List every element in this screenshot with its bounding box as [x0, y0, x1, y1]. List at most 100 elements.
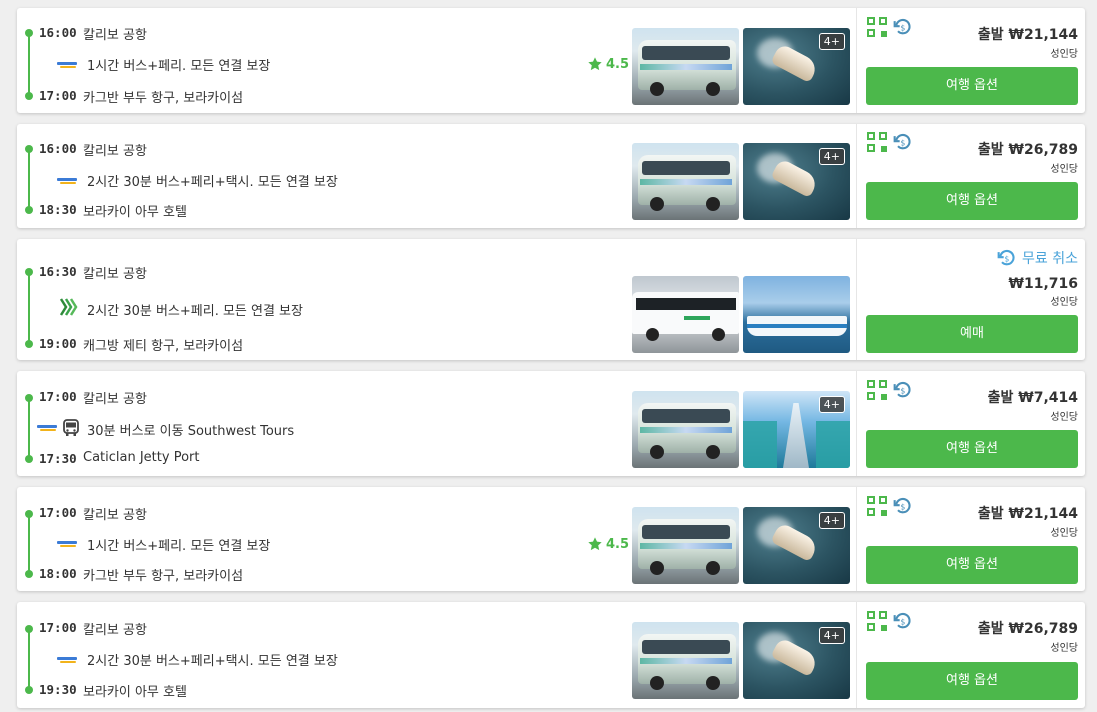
operator-logo-icon	[57, 539, 79, 549]
photo-count-badge: 4+	[818, 512, 845, 529]
trip-card[interactable]: 16:00 칼리보 공항 2시간 30분 버스+페리+택시. 모든 연결 보장 …	[17, 124, 1085, 228]
trip-card[interactable]: 17:00 칼리보 공항 1시간 버스+페리. 모든 연결 보장 18:00 카…	[17, 487, 1085, 591]
qr-code-icon	[867, 17, 887, 37]
bus-icon	[63, 419, 79, 436]
bus-interior-photo[interactable]: 4+	[743, 391, 850, 468]
operator-logo-icon	[59, 298, 78, 316]
price: 출발 ₩21,144	[977, 27, 1078, 43]
price: 출발 ₩21,144	[977, 506, 1078, 522]
trip-card[interactable]: 17:00 칼리보 공항 30분 버스로 이동 Southwest Tours …	[17, 371, 1085, 476]
star-icon	[588, 537, 602, 551]
departure-place: 칼리보 공항	[83, 392, 147, 407]
ferry-photo[interactable]: 4+	[743, 143, 850, 220]
trip-description: 2시간 30분 버스+페리+택시. 모든 연결 보장	[87, 654, 338, 669]
departure-place: 칼리보 공항	[83, 28, 147, 43]
rating-value: 4.5	[606, 536, 630, 552]
route-info: 17:00 칼리보 공항 30분 버스로 이동 Southwest Tours …	[17, 371, 856, 476]
svg-text:$: $	[901, 138, 906, 147]
departure-time: 17:00	[39, 620, 77, 635]
trip-card[interactable]: 17:00 칼리보 공항 2시간 30분 버스+페리+택시. 모든 연결 보장 …	[17, 602, 1085, 708]
refund-icon: $	[893, 497, 911, 514]
timeline-dot	[25, 340, 33, 348]
photo-count-badge: 4+	[818, 396, 845, 413]
route-info: 17:00 칼리보 공항 2시간 30분 버스+페리+택시. 모든 연결 보장 …	[17, 602, 856, 708]
qr-code-icon	[867, 380, 887, 400]
arrival-place: 카그반 부두 항구, 보라카이섬	[83, 569, 244, 584]
arrival-place: 보라카이 아무 호텔	[83, 685, 187, 700]
arrival-time: 19:00	[39, 336, 77, 351]
ferry-photo[interactable]: 4+	[743, 622, 850, 699]
timeline	[28, 517, 30, 575]
trip-options-button[interactable]: 여행 옵션	[866, 67, 1078, 105]
departure-time: 16:00	[39, 141, 77, 156]
departure-time: 17:00	[39, 389, 77, 404]
timeline-dot	[25, 92, 33, 100]
price-per-adult: 성인당	[1050, 49, 1078, 60]
timeline	[28, 401, 30, 459]
rating: 4.5	[587, 536, 629, 552]
price-per-adult: 성인당	[1050, 297, 1078, 308]
trip-options-button[interactable]: 여행 옵션	[866, 430, 1078, 468]
booking-panel: $ 출발 ₩26,789 성인당 여행 옵션	[856, 124, 1086, 228]
trip-card[interactable]: 16:00 칼리보 공항 1시간 버스+페리. 모든 연결 보장 17:00 카…	[17, 8, 1085, 113]
ferry-photo[interactable]: 4+	[743, 507, 850, 584]
bus-photo[interactable]	[632, 391, 739, 468]
timeline-dot	[25, 686, 33, 694]
booking-panel: $ 출발 ₩21,144 성인당 여행 옵션	[856, 8, 1086, 113]
operator-logo-icon	[57, 176, 79, 186]
trip-description: 1시간 버스+페리. 모든 연결 보장	[87, 539, 271, 554]
arrival-time: 17:00	[39, 88, 77, 103]
photo-count-badge: 4+	[818, 627, 845, 644]
price-per-adult: 성인당	[1050, 412, 1078, 423]
route-info: 16:30 칼리보 공항 2시간 30분 버스+페리. 모든 연결 보장 19:…	[17, 239, 856, 360]
refund-icon: $	[893, 381, 911, 398]
free-cancellation-label: 무료 취소	[1022, 251, 1078, 267]
book-button[interactable]: 예매	[866, 315, 1078, 353]
qr-code-icon	[867, 496, 887, 516]
timeline-dot	[25, 510, 33, 518]
timeline-dot	[25, 455, 33, 463]
bus-photo[interactable]	[632, 622, 739, 699]
bus-photo[interactable]	[632, 507, 739, 584]
trip-description: 1시간 버스+페리. 모든 연결 보장	[87, 59, 271, 74]
operator-logo-icon	[37, 423, 59, 433]
booking-panel: $ 출발 ₩7,414 성인당 여행 옵션	[856, 371, 1086, 476]
trip-card[interactable]: 16:30 칼리보 공항 2시간 30분 버스+페리. 모든 연결 보장 19:…	[17, 239, 1085, 360]
price: 출발 ₩26,789	[977, 621, 1078, 637]
route-info: 16:00 칼리보 공항 1시간 버스+페리. 모든 연결 보장 17:00 카…	[17, 8, 856, 113]
photo-count-badge: 4+	[818, 33, 845, 50]
ferry-photo[interactable]: 4+	[743, 28, 850, 105]
departure-place: 칼리보 공항	[83, 144, 147, 159]
timeline-dot	[25, 570, 33, 578]
refund-icon: $	[893, 18, 911, 35]
trip-description: 30분 버스로 이동 Southwest Tours	[87, 424, 295, 439]
route-info: 16:00 칼리보 공항 2시간 30분 버스+페리+택시. 모든 연결 보장 …	[17, 124, 856, 228]
price-per-adult: 성인당	[1050, 528, 1078, 539]
free-cancellation: $ 무료 취소	[997, 248, 1078, 268]
trip-description: 2시간 30분 버스+페리+택시. 모든 연결 보장	[87, 175, 338, 190]
timeline-dot	[25, 625, 33, 633]
arrival-place: 보라카이 아무 호텔	[83, 205, 187, 220]
departure-time: 16:30	[39, 264, 77, 279]
trip-options-button[interactable]: 여행 옵션	[866, 662, 1078, 700]
timeline-dot	[25, 29, 33, 37]
qr-code-icon	[867, 611, 887, 631]
operator-logo-icon	[57, 655, 79, 665]
bus-photo[interactable]	[632, 276, 739, 353]
photo-count-badge: 4+	[818, 148, 845, 165]
departure-place: 칼리보 공항	[83, 508, 147, 523]
timeline	[28, 36, 30, 96]
arrival-time: 18:00	[39, 566, 77, 581]
svg-text:$: $	[901, 502, 906, 511]
departure-place: 칼리보 공항	[83, 623, 147, 638]
trip-options-button[interactable]: 여행 옵션	[866, 182, 1078, 220]
bus-photo[interactable]	[632, 28, 739, 105]
trip-options-button[interactable]: 여행 옵션	[866, 546, 1078, 584]
price: ₩11,716	[1008, 276, 1078, 292]
refund-icon: $	[893, 133, 911, 150]
rating-value: 4.5	[606, 56, 630, 72]
bus-photo[interactable]	[632, 143, 739, 220]
timeline-dot	[25, 268, 33, 276]
booking-panel: $ 무료 취소 ₩11,716 성인당 예매	[856, 239, 1086, 360]
ferry-photo[interactable]	[743, 276, 850, 353]
